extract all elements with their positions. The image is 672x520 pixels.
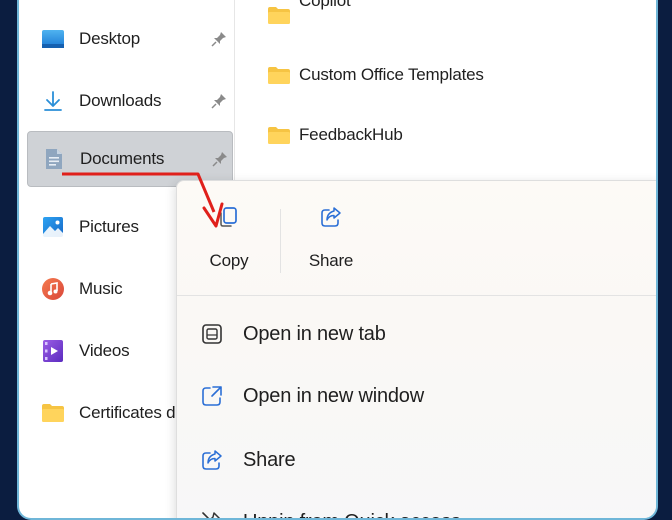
music-icon: [42, 278, 64, 300]
share-button[interactable]: Share: [303, 191, 359, 281]
sidebar-item-label: Videos: [79, 341, 130, 360]
menu-item-label: Open in new window: [243, 384, 424, 407]
menu-item-open-new-tab[interactable]: Open in new tab: [177, 311, 656, 357]
folder-icon: [42, 403, 64, 423]
sidebar-item-label: Downloads: [79, 91, 162, 110]
folder-icon: [268, 126, 290, 144]
share-icon: [321, 207, 341, 227]
sidebar-item-label: Desktop: [79, 29, 140, 48]
copy-label: Copy: [209, 251, 249, 270]
folder-icon: [268, 66, 290, 84]
sidebar-item-downloads[interactable]: Downloads: [27, 74, 233, 128]
list-item[interactable]: Custom Office Templates: [268, 60, 484, 90]
menu-item-label: Open in new tab: [243, 322, 386, 345]
list-item[interactable]: FeedbackHub: [268, 120, 403, 150]
open-new-window-icon: [202, 386, 222, 406]
menu-item-unpin[interactable]: Unpin from Quick access: [177, 499, 656, 519]
list-item[interactable]: Copilot: [268, 0, 351, 30]
sidebar-item-desktop[interactable]: Desktop: [27, 12, 233, 66]
menu-item-open-new-window[interactable]: Open in new window: [177, 373, 656, 419]
context-menu: Copy Share Open in new tab Open in new w…: [176, 180, 656, 519]
sidebar-item-label: Certificates d: [79, 403, 176, 422]
desktop-icon: [42, 29, 64, 49]
folder-icon: [268, 6, 290, 24]
unpin-icon: [202, 512, 221, 518]
open-new-tab-icon: [202, 324, 222, 344]
pin-icon[interactable]: [211, 93, 227, 109]
pin-icon[interactable]: [212, 151, 228, 167]
file-name: Copilot: [299, 0, 351, 10]
explorer-window: Desktop Downloads Documents Pictures Mus…: [17, 0, 658, 520]
documents-icon: [43, 149, 65, 169]
menu-item-label: Unpin from Quick access: [243, 511, 461, 519]
file-name: Custom Office Templates: [299, 65, 484, 84]
copy-icon: [220, 207, 237, 227]
sidebar-item-label: Documents: [80, 149, 165, 168]
file-name: FeedbackHub: [299, 125, 403, 144]
copy-button[interactable]: Copy: [201, 191, 257, 281]
separator: [280, 209, 281, 273]
menu-item-label: Share: [243, 448, 296, 471]
separator: [177, 295, 656, 296]
menu-item-share[interactable]: Share: [177, 437, 656, 483]
sidebar-item-label: Pictures: [79, 217, 139, 236]
file-list: Copilot Custom Office Templates Feedback…: [235, 0, 656, 190]
videos-icon: [42, 340, 64, 362]
share-label: Share: [308, 251, 354, 270]
sidebar-item-label: Music: [79, 279, 123, 298]
sidebar-item-documents[interactable]: Documents: [27, 131, 233, 187]
pictures-icon: [42, 217, 64, 237]
download-icon: [42, 91, 64, 111]
pin-icon[interactable]: [211, 31, 227, 47]
share-icon: [202, 450, 222, 470]
